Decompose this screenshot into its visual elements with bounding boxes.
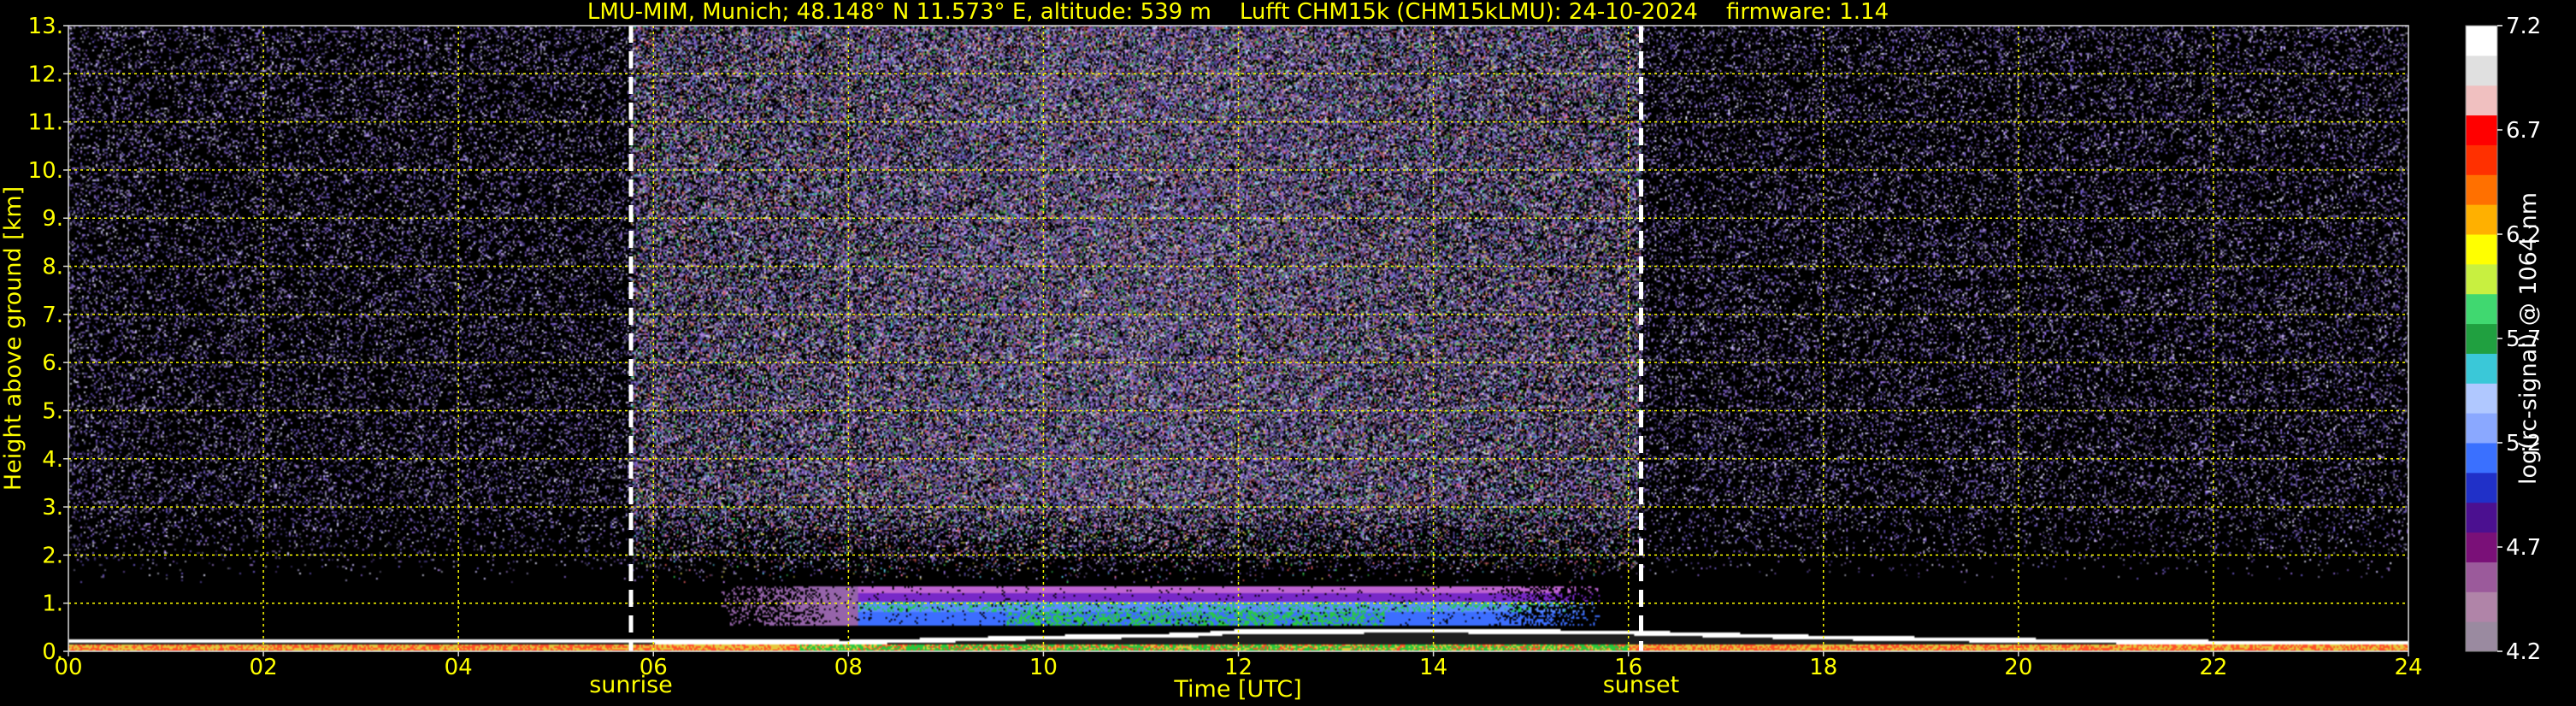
y-tick-label: 8. <box>42 255 63 280</box>
y-tick-label: 11. <box>28 110 63 136</box>
y-tick-labels: 0. 1. 2. 3. 4. 5. 6. 7. 8. 9. 10. 11. 12. 13. <box>28 14 68 665</box>
colorbar-label: log(rc-signal) @ 1064 nm <box>2515 192 2542 485</box>
grid <box>68 26 2408 651</box>
colorbar <box>2465 25 2498 652</box>
colorbar-segment <box>2466 562 2497 592</box>
x-tick-label: 22 <box>2199 655 2227 680</box>
y-tick-label: 1. <box>42 591 63 617</box>
colorbar-segment <box>2466 144 2497 175</box>
colorbar-tick-label: 4.7 <box>2506 535 2541 561</box>
colorbar-segment <box>2466 353 2497 384</box>
x-tick-label: 24 <box>2394 655 2422 680</box>
colorbar-segment <box>2466 621 2497 652</box>
sunset-label: sunset <box>1603 672 1680 698</box>
colorbar-segment <box>2466 413 2497 444</box>
y-tick-label: 4. <box>42 447 63 473</box>
colorbar-segment <box>2466 26 2497 56</box>
x-tick-label: 18 <box>1809 655 1837 680</box>
colorbar-segment <box>2466 174 2497 205</box>
event-labels: sunrise sunset <box>589 672 1679 698</box>
x-tick-label: 14 <box>1419 655 1447 680</box>
chart-title: LMU-MIM, Munich; 48.148° N 11.573° E, al… <box>587 0 1889 25</box>
x-axis-label: Time [UTC] <box>1173 676 1301 703</box>
colorbar-segment <box>2466 234 2497 265</box>
colorbar-segment <box>2466 263 2497 295</box>
y-tick-label: 12. <box>28 62 63 87</box>
x-tick-label: 02 <box>250 655 278 680</box>
y-tick-label: 10. <box>28 158 63 184</box>
x-tick-label: 10 <box>1029 655 1058 680</box>
chart-overlay: 00 02 04 06 08 10 12 14 16 18 20 22 24 0.1.2.3.4.5.6… <box>0 0 2542 703</box>
y-tick-label: 13. <box>28 14 63 39</box>
y-tick-label: 9. <box>42 206 63 232</box>
event-markers <box>628 26 1643 651</box>
colorbar-segment <box>2466 532 2497 562</box>
colorbar-segment <box>2466 443 2497 474</box>
colorbar-segment <box>2466 115 2497 145</box>
x-tick-label: 08 <box>834 655 863 680</box>
y-tick-label: 6. <box>42 350 63 376</box>
y-axis-label: Height above ground [km] <box>0 186 27 491</box>
x-tick-label: 04 <box>445 655 473 680</box>
colorbar-segment <box>2466 591 2497 622</box>
y-tick-label: 0. <box>42 639 63 665</box>
colorbar-segment <box>2466 293 2497 325</box>
colorbar-segment <box>2466 55 2497 86</box>
colorbar-segment <box>2466 472 2497 503</box>
colorbar-segment <box>2466 85 2497 116</box>
colorbar-segment <box>2466 204 2497 235</box>
y-tick-label: 5. <box>42 398 63 424</box>
y-tick-label: 3. <box>42 495 63 521</box>
colorbar-segment <box>2466 502 2497 533</box>
colorbar-tick-label: 6.7 <box>2506 118 2541 144</box>
y-tick-label: 2. <box>42 543 63 568</box>
ceilometer-figure: 00 02 04 06 08 10 12 14 16 18 20 22 24 0. 1. 2. 3. 4. 5. 6… <box>0 0 2576 706</box>
colorbar-tick-label: 7.2 <box>2506 14 2541 39</box>
x-tick-label: 20 <box>2004 655 2032 680</box>
colorbar-segment <box>2466 383 2497 414</box>
y-tick-label: 7. <box>42 303 63 328</box>
colorbar-segment <box>2466 323 2497 354</box>
sunrise-label: sunrise <box>589 672 673 698</box>
colorbar-tick-label: 4.2 <box>2506 639 2541 665</box>
